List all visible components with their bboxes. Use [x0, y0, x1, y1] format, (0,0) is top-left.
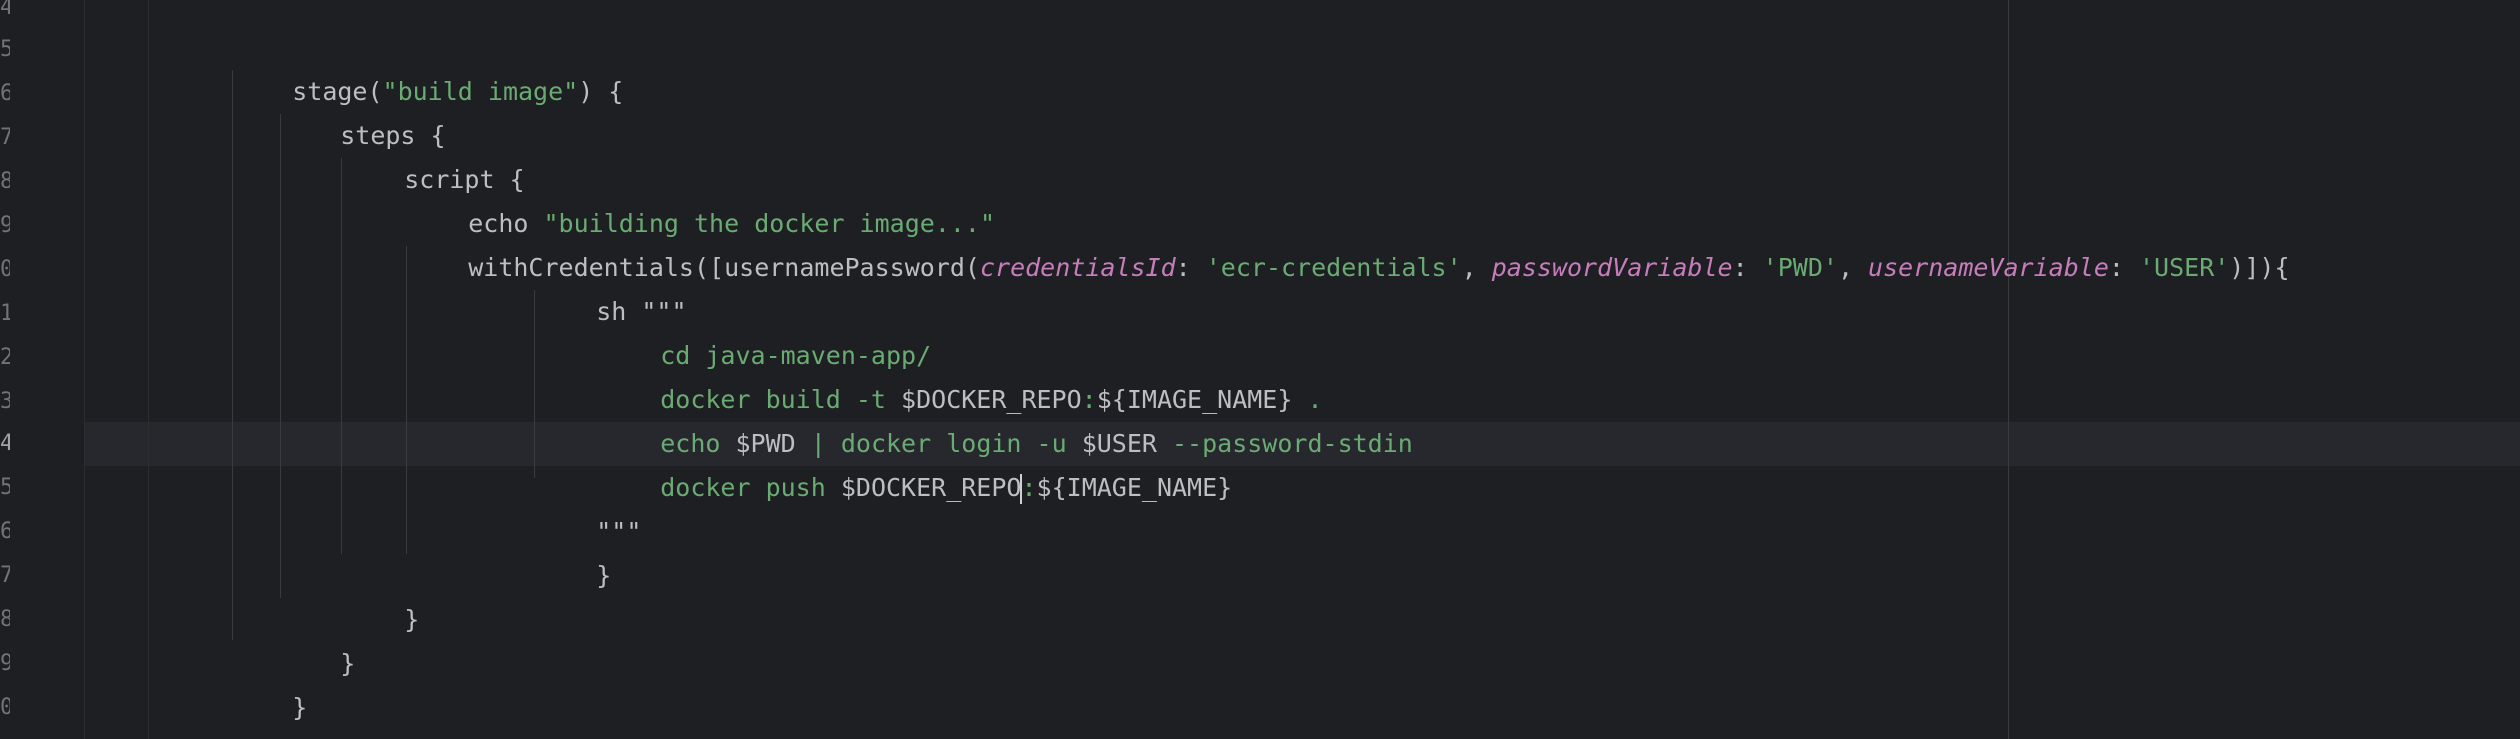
code-string: 'USER': [2138, 253, 2230, 282]
code-token: :: [1732, 253, 1763, 282]
code-line-close-with-credentials[interactable]: }: [536, 510, 611, 590]
line-number: 8: [0, 607, 10, 632]
code-line-docker-push[interactable]: docker push $DOCKER_REPO:${IMAGE_NAME}: [600, 422, 1232, 504]
line-number: 4: [0, 0, 10, 20]
indent-guide: [534, 290, 535, 478]
code-line-stage[interactable]: stage("build image") {: [232, 26, 623, 106]
interpolated-var: $DOCKER_REP: [840, 473, 1007, 502]
line-number: 0: [0, 257, 10, 282]
code-line-with-credentials[interactable]: withCredentials([usernamePassword(creden…: [408, 202, 2289, 282]
code-token: }: [596, 561, 612, 590]
code-token: }: [404, 605, 420, 634]
named-param: credentialsId: [979, 253, 1176, 282]
line-number: 6: [0, 81, 10, 106]
code-token: }: [340, 649, 356, 678]
line-number: 8: [0, 169, 10, 194]
code-token: ,: [1837, 253, 1869, 282]
code-line-close-script[interactable]: }: [344, 554, 419, 634]
code-token: }: [292, 693, 308, 722]
code-line-docker-build[interactable]: docker build -t $DOCKER_REPO:${IMAGE_NAM…: [600, 334, 1322, 414]
code-line-close-steps[interactable]: }: [280, 598, 355, 678]
code-token: )]){: [2229, 253, 2290, 282]
line-number: 9: [0, 651, 10, 676]
interpolated-var: O: [1006, 473, 1022, 502]
line-number-current: 4: [0, 431, 10, 456]
code-string: docker push: [660, 473, 841, 502]
code-line-close-stage[interactable]: }: [232, 642, 307, 722]
code-line-echo[interactable]: echo "building the docker image...": [408, 158, 995, 238]
line-number: 0: [0, 695, 10, 720]
code-token: ) {: [578, 77, 624, 106]
code-token: :: [1175, 253, 1206, 282]
line-number: 5: [0, 37, 10, 62]
right-margin-guide: [2008, 0, 2009, 739]
fold-gutter-divider: [148, 0, 149, 739]
code-line-script[interactable]: script {: [344, 114, 524, 194]
line-number: 9: [0, 213, 10, 238]
line-number: 7: [0, 563, 10, 588]
line-number-gutter[interactable]: 4 5 6 7 8 9 0 1 2 3 4 5 6 7 8 9 0: [0, 0, 85, 739]
named-param: usernameVariable: [1868, 253, 2109, 282]
indent-guide: [406, 246, 407, 554]
line-number: 5: [0, 475, 10, 500]
code-token: ,: [1461, 253, 1492, 282]
code-line-steps[interactable]: steps {: [280, 70, 445, 150]
interpolated-var: ${IMAGE_NAME}: [1036, 473, 1233, 502]
named-param: passwordVariable: [1491, 253, 1733, 282]
code-token: :: [2108, 253, 2139, 282]
code-string: 'ecr-credentials': [1205, 253, 1462, 282]
line-number: 2: [0, 345, 10, 370]
code-string: 'PWD': [1762, 253, 1838, 282]
line-number: 6: [0, 519, 10, 544]
line-number: 7: [0, 125, 10, 150]
indent-guide: [341, 158, 342, 554]
code-line-docker-login[interactable]: echo $PWD | docker login -u $USER --pass…: [600, 378, 1413, 458]
code-line-sh-close[interactable]: """: [536, 466, 641, 546]
line-number: 1: [0, 301, 10, 326]
line-number: 3: [0, 389, 10, 414]
code-line-cd[interactable]: cd java-maven-app/: [600, 290, 931, 370]
code-line-sh-open[interactable]: sh """: [536, 246, 686, 326]
code-string: :: [1021, 473, 1037, 502]
code-editor[interactable]: 4 5 6 7 8 9 0 1 2 3 4 5 6 7 8 9 0 stage(…: [0, 0, 2520, 739]
